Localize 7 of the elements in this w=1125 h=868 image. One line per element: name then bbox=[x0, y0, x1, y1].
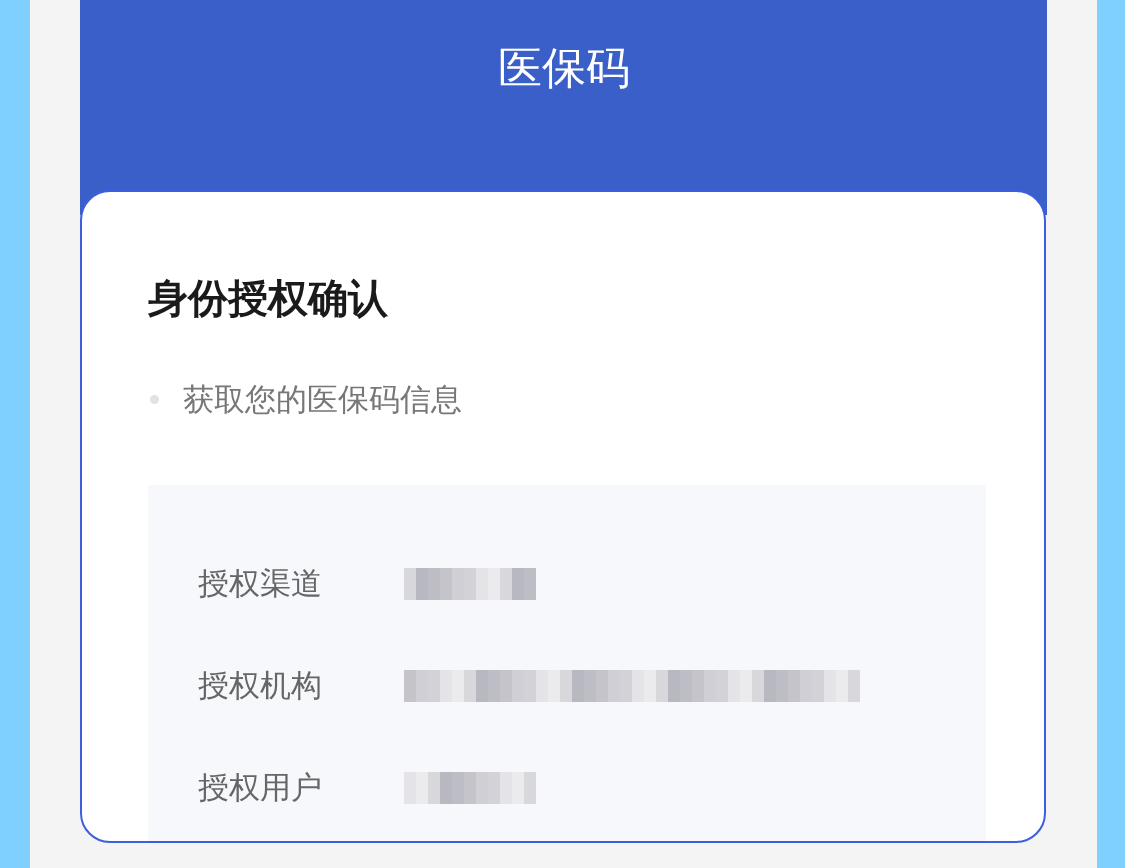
page-title: 医保码 bbox=[496, 41, 631, 95]
bullet-dot bbox=[150, 394, 159, 404]
card-title: 身份授权确认 bbox=[148, 274, 389, 322]
bullet-text: 获取您的医保码信息 bbox=[183, 380, 462, 419]
field-label: 授权机构 bbox=[198, 666, 323, 706]
field-label: 授权用户 bbox=[198, 768, 323, 808]
field-label: 授权渠道 bbox=[198, 564, 323, 604]
